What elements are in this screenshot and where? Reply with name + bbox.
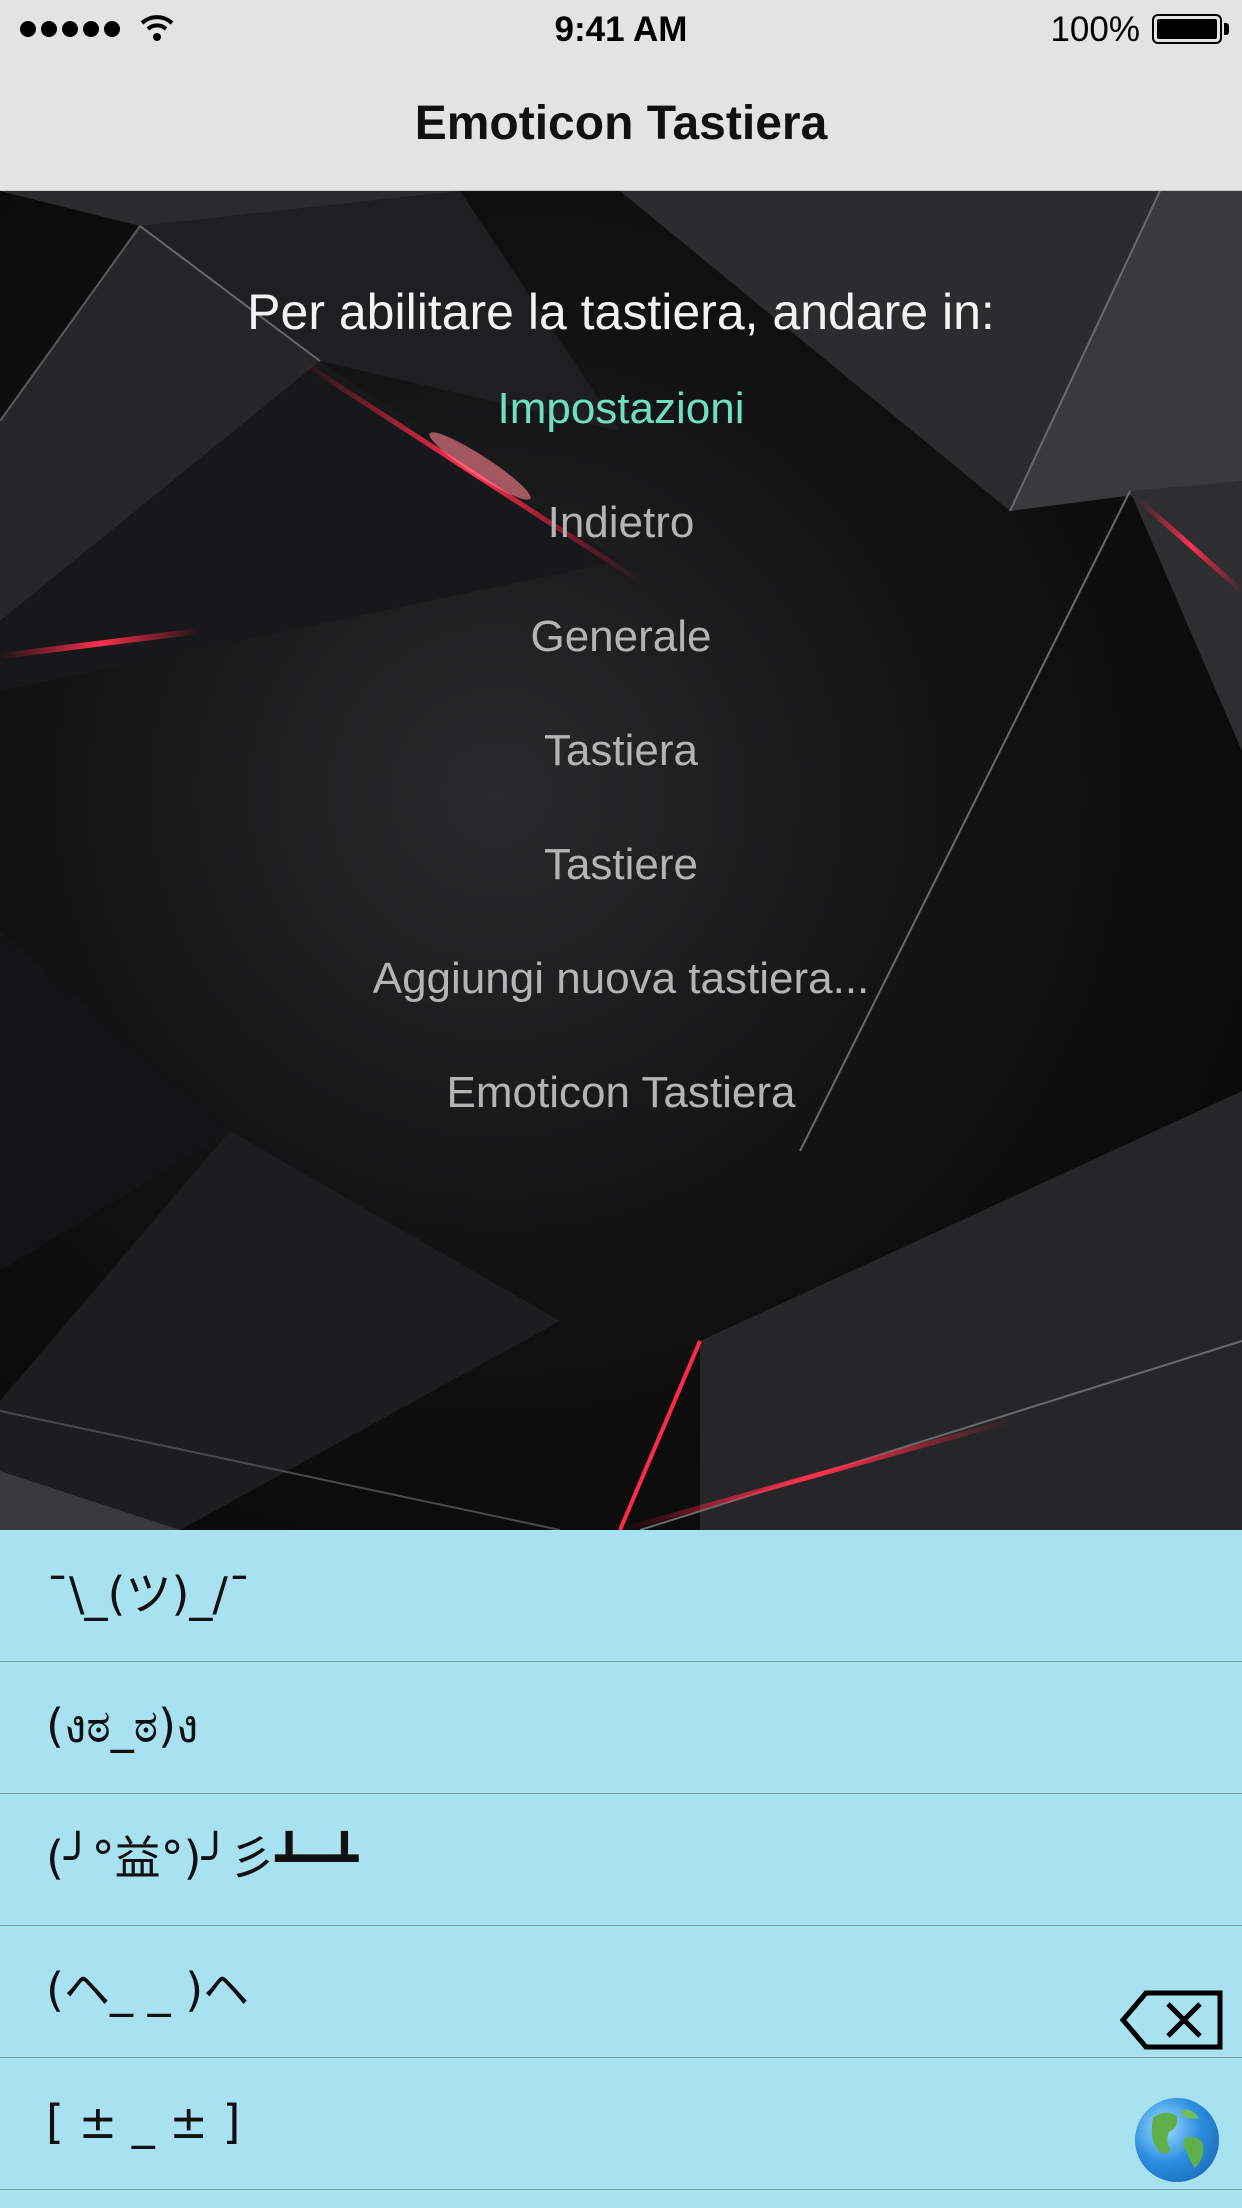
steps-list: Impostazioni Indietro Generale Tastiera … [0, 387, 1242, 1185]
step-generale: Generale [530, 612, 712, 661]
nav-bar: Emoticon Tastiera [0, 64, 1242, 191]
step-aggiungi-nuova-tastiera: Aggiungi nuova tastiera... [372, 954, 870, 1003]
instructions-text: Per abilitare la tastiera, andare in: [247, 284, 995, 340]
page-title: Emoticon Tastiera [414, 97, 828, 150]
emoticon-row-plus-minus[interactable]: [ ± _ ± ] [0, 2058, 1242, 2190]
globe-icon[interactable] [1135, 2098, 1219, 2182]
step-tastiere: Tastiere [543, 840, 699, 889]
emoticon-row-crawl[interactable]: (ヘ_ _ )ヘ [0, 1926, 1242, 2058]
step-emoticon-tastiera: Emoticon Tastiera [446, 1068, 796, 1117]
step-indietro: Indietro [547, 498, 695, 547]
emoticon-row-disapproval[interactable]: (งಠ_ಠ)ง [0, 1662, 1242, 1794]
emoticon-keyboard: ¯\_(ツ)_/¯ (งಠ_ಠ)ง (╯°益°)╯彡┻━┻ (ヘ_ _ )ヘ [… [0, 1530, 1242, 2208]
battery-icon [1152, 14, 1222, 44]
step-impostazioni[interactable]: Impostazioni [0, 387, 1242, 501]
battery-percent: 100% [1050, 10, 1140, 49]
instructions-panel: Per abilitare la tastiera, andare in: Im… [0, 191, 1242, 1530]
emoticon-row-shrug[interactable]: ¯\_(ツ)_/¯ [0, 1530, 1242, 1662]
step-tastiera: Tastiera [543, 726, 699, 775]
delete-key-icon[interactable] [1120, 1990, 1224, 2050]
emoticon-row-table-flip[interactable]: (╯°益°)╯彡┻━┻ [0, 1794, 1242, 1926]
battery-tip [1224, 23, 1229, 35]
status-bar: 9:41 AM 100% [0, 0, 1242, 64]
